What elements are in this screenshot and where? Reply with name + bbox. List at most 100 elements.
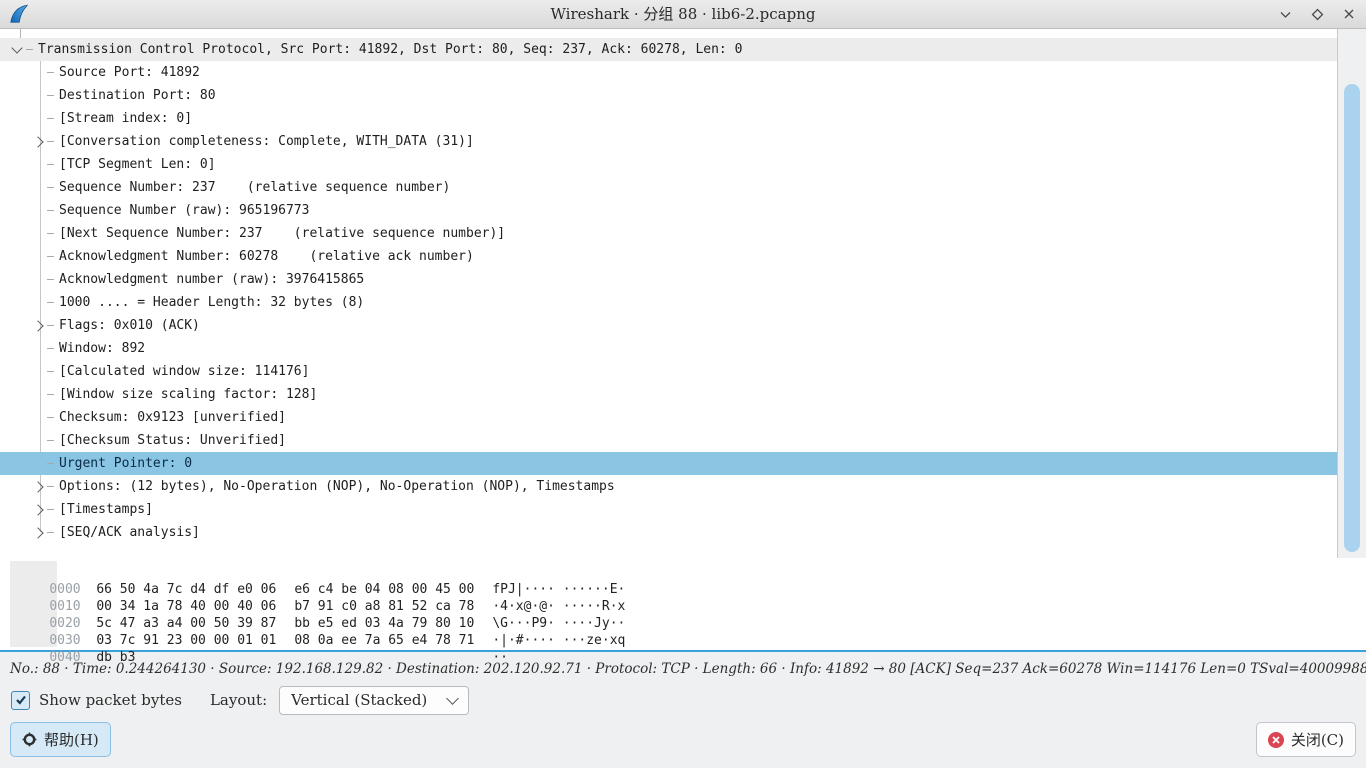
- tree-row-label: Options: (12 bytes), No-Operation (NOP),…: [59, 475, 615, 498]
- tree-row[interactable]: 1000 .... = Header Length: 32 bytes (8): [0, 291, 1337, 314]
- hex-ascii[interactable]: ··: [492, 650, 508, 665]
- minimize-icon[interactable]: [1276, 5, 1294, 23]
- expand-chevron-icon[interactable]: [32, 527, 43, 538]
- scrollbar-track[interactable]: [1337, 29, 1366, 558]
- tree-tick: [47, 417, 54, 418]
- tree-tick: [47, 187, 54, 188]
- tree-row-label: Acknowledgment Number: 60278 (relative a…: [59, 245, 474, 268]
- hex-dump: 000066 50 4a 7c d4 df e0 06e6 c4 be 04 0…: [0, 564, 1366, 649]
- tree-row[interactable]: Acknowledgment Number: 60278 (relative a…: [0, 245, 1337, 268]
- help-lifebuoy-icon: [22, 732, 37, 747]
- help-button[interactable]: 帮助(H): [10, 722, 111, 757]
- tree-tick: [47, 256, 54, 257]
- packet-detail-pane: Transmission Control Protocol, Src Port:…: [0, 29, 1366, 558]
- tree-tick: [47, 164, 54, 165]
- layout-select-value: Vertical (Stacked): [291, 691, 427, 709]
- tree-row[interactable]: Sequence Number (raw): 965196773: [0, 199, 1337, 222]
- tree-row-label: Window: 892: [59, 337, 145, 360]
- layout-select[interactable]: Vertical (Stacked): [279, 686, 469, 715]
- tree-row[interactable]: [Calculated window size: 114176]: [0, 360, 1337, 383]
- expander-slot: [34, 529, 45, 537]
- tree-tick: [47, 141, 54, 142]
- tree-tick: [47, 233, 54, 234]
- show-packet-bytes-checkbox[interactable]: [11, 691, 30, 710]
- maximize-icon[interactable]: [1308, 5, 1326, 23]
- packet-bytes-pane: 000066 50 4a 7c d4 df e0 06e6 c4 be 04 0…: [0, 558, 1366, 650]
- tree-row[interactable]: Urgent Pointer: 0: [0, 452, 1337, 475]
- tree-row[interactable]: Window: 892: [0, 337, 1337, 360]
- tree-row-label: 1000 .... = Header Length: 32 bytes (8): [59, 291, 364, 314]
- expand-chevron-icon[interactable]: [32, 136, 43, 147]
- tree-row-label: Sequence Number: 237 (relative sequence …: [59, 176, 450, 199]
- close-button-label: 关闭(C): [1291, 729, 1344, 750]
- tree-row-label: Urgent Pointer: 0: [59, 452, 192, 475]
- tree-row-label: Destination Port: 80: [59, 84, 216, 107]
- tree-row[interactable]: Checksum: 0x9123 [unverified]: [0, 406, 1337, 429]
- tree-row[interactable]: Sequence Number: 237 (relative sequence …: [0, 176, 1337, 199]
- tree-row[interactable]: Source Port: 41892: [0, 61, 1337, 84]
- tree-tick: [47, 325, 54, 326]
- tree-row-label: Sequence Number (raw): 965196773: [59, 199, 309, 222]
- close-circle-icon: [1268, 732, 1284, 748]
- tree-row[interactable]: [TCP Segment Len: 0]: [0, 153, 1337, 176]
- hex-row[interactable]: 0040db b3··: [0, 632, 1366, 649]
- tree-tick: [47, 394, 54, 395]
- tree-row-label: Acknowledgment number (raw): 3976415865: [59, 268, 364, 291]
- tree-row-label: [Next Sequence Number: 237 (relative seq…: [59, 222, 505, 245]
- tree-row-label: [Timestamps]: [59, 498, 153, 521]
- hex-offset: 0040: [41, 649, 88, 666]
- tree-row-label: [Stream index: 0]: [59, 107, 192, 130]
- tree-tick: [47, 210, 54, 211]
- tree-row-label: Flags: 0x010 (ACK): [59, 314, 200, 337]
- tree-tick: [47, 486, 54, 487]
- scrollbar-thumb[interactable]: [1344, 84, 1360, 552]
- controls-row: Show packet bytes Layout: Vertical (Stac…: [11, 685, 469, 715]
- tree-row[interactable]: Options: (12 bytes), No-Operation (NOP),…: [0, 475, 1337, 498]
- tree-tick: [47, 279, 54, 280]
- help-button-label: 帮助(H): [44, 729, 99, 750]
- window-controls: [1276, 0, 1358, 28]
- close-button[interactable]: 关闭(C): [1256, 722, 1356, 757]
- tree-row-label: [SEQ/ACK analysis]: [59, 521, 200, 544]
- expand-chevron-icon[interactable]: [32, 320, 43, 331]
- expander-slot: [34, 138, 45, 146]
- tree-tick: [47, 532, 54, 533]
- tree-row[interactable]: [Conversation completeness: Complete, WI…: [0, 130, 1337, 153]
- tree-row[interactable]: [Window size scaling factor: 128]: [0, 383, 1337, 406]
- tree-row[interactable]: [Timestamps]: [0, 498, 1337, 521]
- tree-row-label: Checksum: 0x9123 [unverified]: [59, 406, 286, 429]
- expand-chevron-icon[interactable]: [32, 504, 43, 515]
- tree-row-label: [Window size scaling factor: 128]: [59, 383, 317, 406]
- expander-slot: [34, 322, 45, 330]
- tree-tick: [47, 302, 54, 303]
- show-packet-bytes-label[interactable]: Show packet bytes: [39, 691, 182, 709]
- expand-chevron-icon[interactable]: [32, 481, 43, 492]
- tree-row-label: [Checksum Status: Unverified]: [59, 429, 286, 452]
- tree-row[interactable]: [Stream index: 0]: [0, 107, 1337, 130]
- hex-row[interactable]: 003003 7c 91 23 00 00 01 0108 0a ee 7a 6…: [0, 615, 1366, 632]
- collapse-chevron-icon[interactable]: [11, 42, 22, 53]
- tree-row[interactable]: [SEQ/ACK analysis]: [0, 521, 1337, 544]
- hex-row[interactable]: 000066 50 4a 7c d4 df e0 06e6 c4 be 04 0…: [0, 564, 1366, 581]
- tree-row[interactable]: Acknowledgment number (raw): 3976415865: [0, 268, 1337, 291]
- packet-detail-tree: Transmission Control Protocol, Src Port:…: [0, 29, 1366, 544]
- expander-slot: [34, 483, 45, 491]
- tree-row[interactable]: Flags: 0x010 (ACK): [0, 314, 1337, 337]
- titlebar: Wireshark · 分组 88 · lib6-2.pcapng: [0, 0, 1366, 29]
- close-window-icon[interactable]: [1340, 5, 1358, 23]
- tree-row[interactable]: Transmission Control Protocol, Src Port:…: [0, 38, 1337, 61]
- window-title: Wireshark · 分组 88 · lib6-2.pcapng: [0, 0, 1366, 28]
- tree-row-label: Transmission Control Protocol, Src Port:…: [38, 38, 742, 61]
- hex-row[interactable]: 001000 34 1a 78 40 00 40 06b7 91 c0 a8 8…: [0, 581, 1366, 598]
- tree-tick: [47, 371, 54, 372]
- tree-row[interactable]: Destination Port: 80: [0, 84, 1337, 107]
- tree-row-label: [TCP Segment Len: 0]: [59, 153, 216, 176]
- tree-row-label: [Conversation completeness: Complete, WI…: [59, 130, 474, 153]
- tree-row[interactable]: [Checksum Status: Unverified]: [0, 429, 1337, 452]
- tree-row-label: [Calculated window size: 114176]: [59, 360, 309, 383]
- tree-row[interactable]: [Next Sequence Number: 237 (relative seq…: [0, 222, 1337, 245]
- hex-bytes[interactable]: db b3: [96, 649, 277, 666]
- dialog-footer: No.: 88 · Time: 0.244264130 · Source: 19…: [0, 652, 1366, 768]
- hex-row[interactable]: 00205c 47 a3 a4 00 50 39 87bb e5 ed 03 4…: [0, 598, 1366, 615]
- checkmark-icon: [15, 694, 27, 706]
